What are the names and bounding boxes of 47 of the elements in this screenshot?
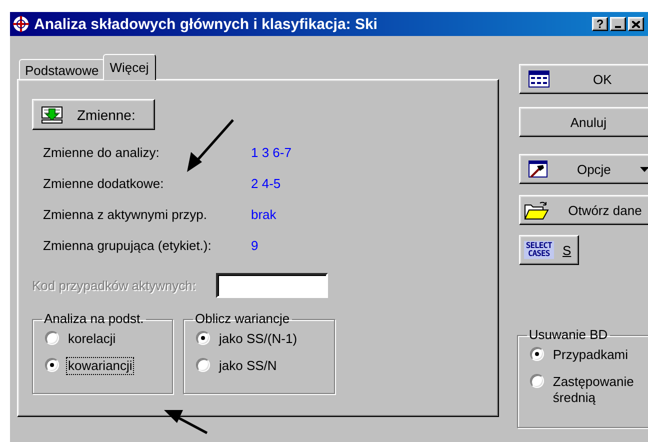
field-value: 2 4-5 [251, 175, 282, 193]
group-title: Analiza na podst. [43, 312, 145, 326]
field-value: brak [251, 206, 278, 224]
dropdown-caret-icon [640, 166, 648, 172]
folder-icon [524, 200, 549, 220]
select-cases-button[interactable]: SELECT CASES S [518, 235, 579, 265]
cancel-button[interactable]: Anuluj [518, 107, 648, 137]
tab[interactable]: Podstawowe [19, 59, 105, 79]
open-data-button[interactable]: Otwórz dane [518, 195, 648, 225]
close-button[interactable] [628, 17, 644, 31]
group-title: Oblicz wariancje [194, 312, 291, 326]
field-label: Zmienna grupująca (etykiet.): [43, 237, 212, 255]
help-button[interactable]: ? [592, 17, 608, 31]
field-label: Zmienne do analizy: [43, 144, 160, 162]
tab[interactable]: Więcej [102, 54, 156, 80]
window-title: Analiza składowych głównych i klasyfikacja: Ski [34, 16, 378, 32]
radio-button[interactable] [196, 358, 210, 372]
options-button[interactable]: Opcje [518, 154, 648, 184]
radio-button[interactable] [530, 347, 544, 361]
radio-label: jako SS/(N-1) [218, 330, 298, 348]
app-icon [12, 15, 30, 33]
radio-label: Zastępowanie średnią [552, 373, 635, 407]
table-icon [528, 70, 550, 88]
radio-button[interactable] [45, 358, 59, 372]
field-label: Zmienna z aktywnymi przyp. [43, 206, 208, 224]
group-title: Usuwanie BD [528, 328, 609, 342]
minimize-button[interactable] [610, 17, 626, 31]
radio-label: kowariancji [66, 357, 134, 375]
field-label: Kod przypadków aktywnych: [32, 278, 196, 293]
annotation-arrow [187, 119, 234, 172]
radio-label: korelacji [67, 330, 117, 348]
hammer-icon [528, 160, 548, 178]
variables-button[interactable]: Zmienne: [32, 99, 155, 130]
field-label: Zmienne dodatkowe: [43, 175, 165, 193]
radio-button[interactable] [196, 331, 210, 345]
download-icon [41, 106, 63, 124]
select-cases-icon: SELECT CASES [524, 241, 554, 259]
field-value: 9 [251, 237, 260, 255]
close-icon [632, 20, 640, 28]
radio-button[interactable] [45, 331, 59, 345]
field-value: 1 3 6-7 [251, 144, 292, 162]
radio-button[interactable] [530, 374, 544, 388]
radio-label: jako SS/N [218, 357, 278, 375]
ok-button[interactable]: OK [518, 64, 648, 94]
radio-label: Przypadkami [552, 346, 630, 364]
input-field[interactable] [216, 273, 328, 298]
annotation-arrow [164, 410, 208, 434]
